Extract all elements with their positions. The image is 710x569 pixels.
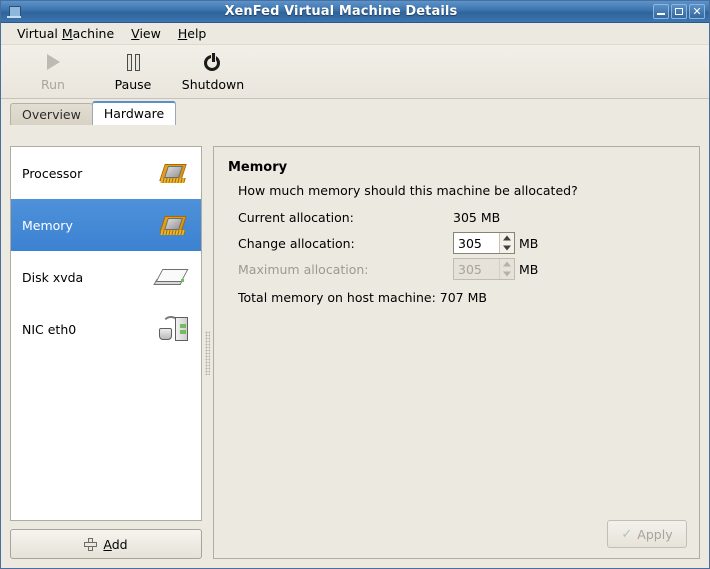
close-button[interactable]: ✕ xyxy=(689,4,705,19)
change-allocation-unit: MB xyxy=(519,236,538,251)
maximum-allocation-row: Maximum allocation: MB xyxy=(238,256,685,282)
maximum-allocation-spinner xyxy=(453,258,515,280)
menu-view[interactable]: View xyxy=(123,24,170,43)
list-item-label: Processor xyxy=(22,166,82,181)
window-controls: ✕ xyxy=(653,4,705,19)
list-item-memory[interactable]: Memory xyxy=(11,199,201,251)
toolbar: Run Pause Shutdown xyxy=(1,45,709,99)
add-button-label: Add xyxy=(103,537,127,552)
splitter-grip xyxy=(205,331,210,375)
current-allocation-value: 305 MB xyxy=(453,210,500,225)
play-icon xyxy=(47,51,60,73)
vm-monitor-icon xyxy=(6,4,22,20)
maximum-allocation-unit: MB xyxy=(519,262,538,277)
current-allocation-row: Current allocation: 305 MB xyxy=(238,204,685,230)
shutdown-button-label: Shutdown xyxy=(182,77,244,92)
power-icon xyxy=(204,51,222,73)
change-allocation-input[interactable] xyxy=(454,233,499,253)
list-item-nic[interactable]: NIC eth0 xyxy=(11,303,201,355)
list-item-disk[interactable]: Disk xvda xyxy=(11,251,201,303)
vm-details-window: XenFed Virtual Machine Details ✕ Virtual… xyxy=(0,0,710,569)
spinner-up-icon[interactable] xyxy=(500,233,514,243)
maximum-allocation-input xyxy=(454,259,499,279)
close-icon: ✕ xyxy=(690,5,704,18)
pause-icon xyxy=(127,51,140,73)
pause-button-label: Pause xyxy=(115,77,152,92)
spinner-down-icon[interactable] xyxy=(500,243,514,253)
hard-disk-icon xyxy=(156,261,190,293)
plus-icon xyxy=(84,538,97,551)
memory-prompt: How much memory should this machine be a… xyxy=(238,183,685,198)
current-allocation-label: Current allocation: xyxy=(238,210,453,225)
content-area: Processor Memory Disk xvda xyxy=(1,146,709,568)
section-title: Memory xyxy=(228,160,685,175)
apply-button[interactable]: ✓ Apply xyxy=(607,520,687,548)
menu-virtual-machine[interactable]: Virtual Machine xyxy=(9,24,123,43)
shutdown-button[interactable]: Shutdown xyxy=(173,47,253,97)
check-icon: ✓ xyxy=(621,528,632,541)
spinner-down-icon xyxy=(500,269,514,279)
pane-splitter[interactable] xyxy=(202,146,213,559)
add-hardware-button[interactable]: Add xyxy=(10,529,202,559)
change-allocation-row: Change allocation: MB xyxy=(238,230,685,256)
cpu-chip-icon xyxy=(156,157,190,189)
menu-bar: Virtual Machine View Help xyxy=(1,23,709,45)
list-item-label: NIC eth0 xyxy=(22,322,76,337)
tab-hardware[interactable]: Hardware xyxy=(92,101,176,125)
menu-help[interactable]: Help xyxy=(170,24,216,43)
title-bar: XenFed Virtual Machine Details ✕ xyxy=(1,1,709,23)
maximum-allocation-label: Maximum allocation: xyxy=(238,262,453,277)
network-card-icon xyxy=(156,313,190,345)
memory-chip-icon xyxy=(156,209,190,241)
apply-button-label: Apply xyxy=(637,527,672,542)
run-button[interactable]: Run xyxy=(13,47,93,97)
maximize-button[interactable] xyxy=(671,4,687,19)
run-button-label: Run xyxy=(41,77,65,92)
spinner-arrows-disabled xyxy=(499,259,514,279)
window-title: XenFed Virtual Machine Details xyxy=(22,4,660,19)
spinner-up-icon xyxy=(500,259,514,269)
pause-button[interactable]: Pause xyxy=(93,47,173,97)
tab-strip: Overview Hardware xyxy=(1,99,709,125)
minimize-button[interactable] xyxy=(653,4,669,19)
hardware-pane: Processor Memory Disk xvda xyxy=(10,146,202,559)
list-item-label: Memory xyxy=(22,218,73,233)
total-memory-label: Total memory on host machine: 707 MB xyxy=(238,290,685,305)
list-item-label: Disk xvda xyxy=(22,270,83,285)
change-allocation-label: Change allocation: xyxy=(238,236,453,251)
spinner-arrows[interactable] xyxy=(499,233,514,253)
change-allocation-spinner[interactable] xyxy=(453,232,515,254)
details-pane: Memory How much memory should this machi… xyxy=(213,146,700,559)
list-item-processor[interactable]: Processor xyxy=(11,147,201,199)
hardware-list: Processor Memory Disk xvda xyxy=(10,146,202,521)
tab-overview[interactable]: Overview xyxy=(10,103,93,125)
